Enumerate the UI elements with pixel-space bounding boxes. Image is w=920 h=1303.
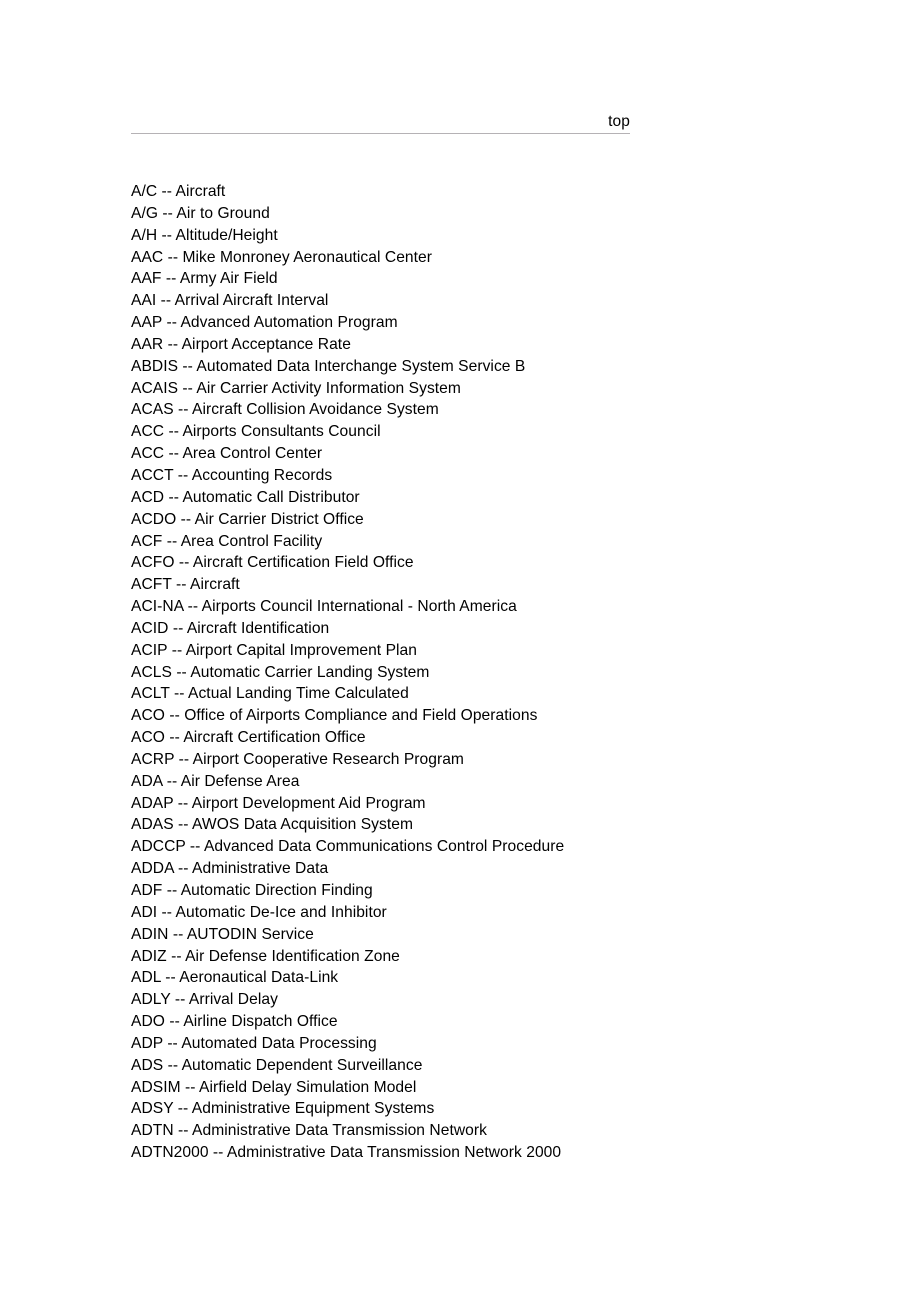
glossary-entry: ADIZ -- Air Defense Identification Zone <box>131 947 400 965</box>
glossary-entry: ADA -- Air Defense Area <box>131 772 300 790</box>
glossary-entry: ACD -- Automatic Call Distributor <box>131 488 360 506</box>
glossary-entry: ACI-NA -- Airports Council International… <box>131 598 517 616</box>
glossary-entry: ACLT -- Actual Landing Time Calculated <box>131 685 409 703</box>
glossary-entry: ADAP -- Airport Development Aid Program <box>131 794 426 812</box>
horizontal-rule-divider <box>131 133 630 134</box>
document-page: top A/C -- Aircraft A/G -- Air to Ground A… <box>0 0 920 1303</box>
glossary-entry: ACO -- Aircraft Certification Office <box>131 729 366 747</box>
acronym-glossary-list: A/C -- Aircraft A/G -- Air to Ground A/H -… <box>131 181 871 1164</box>
glossary-entry: ADL -- Aeronautical Data-Link <box>131 969 339 987</box>
glossary-entry: ADSY -- Administrative Equipment Systems <box>131 1100 435 1118</box>
glossary-entry: AAI -- Arrival Aircraft Interval <box>131 292 329 310</box>
glossary-entry: ACAS -- Aircraft Collision Avoidance Sys… <box>131 401 439 419</box>
glossary-entry: ACO -- Office of Airports Compliance and… <box>131 707 538 725</box>
glossary-entry: ACC -- Area Control Center <box>131 445 323 463</box>
glossary-entry: ACLS -- Automatic Carrier Landing System <box>131 663 430 681</box>
glossary-entry: AAC -- Mike Monroney Aeronautical Center <box>131 248 433 266</box>
glossary-entry: ADAS -- AWOS Data Acquisition System <box>131 816 413 834</box>
glossary-entry: ADTN2000 -- Administrative Data Transmis… <box>131 1144 562 1162</box>
glossary-entry: ADCCP -- Advanced Data Communications Co… <box>131 838 565 856</box>
glossary-entry: A/G -- Air to Ground <box>131 204 270 222</box>
glossary-entry: AAP -- Advanced Automation Program <box>131 314 398 332</box>
glossary-entry: ABDIS -- Automated Data Interchange Syst… <box>131 357 526 375</box>
glossary-entry: ACDO -- Air Carrier District Office <box>131 510 364 528</box>
glossary-entry: ADSIM -- Airfield Delay Simulation Model <box>131 1078 417 1096</box>
glossary-entry: A/C -- Aircraft <box>131 183 226 200</box>
glossary-entry: ADTN -- Administrative Data Transmission… <box>131 1122 487 1140</box>
page-header: top <box>131 112 630 142</box>
glossary-entry: AAF -- Army Air Field <box>131 270 278 288</box>
glossary-entry: ACID -- Aircraft Identification <box>131 619 330 637</box>
glossary-entry: ADDA -- Administrative Data <box>131 860 329 878</box>
glossary-entry: ADI -- Automatic De-Ice and Inhibitor <box>131 903 387 921</box>
glossary-entry: ADS -- Automatic Dependent Surveillance <box>131 1056 423 1074</box>
glossary-entry: ADF -- Automatic Direction Finding <box>131 882 373 899</box>
glossary-entry: ADIN -- AUTODIN Service <box>131 925 314 943</box>
back-to-top-link[interactable]: top <box>131 112 630 131</box>
glossary-entry: ADLY -- Arrival Delay <box>131 991 278 1009</box>
glossary-entry: ACF -- Area Control Facility <box>131 532 323 550</box>
glossary-entry: ACFO -- Aircraft Certification Field Off… <box>131 554 414 572</box>
glossary-entry: ACAIS -- Air Carrier Activity Informatio… <box>131 379 461 397</box>
glossary-entry: A/H -- Altitude/Height <box>131 226 278 244</box>
glossary-entry: ACIP -- Airport Capital Improvement Plan <box>131 641 417 659</box>
glossary-entry: ADP -- Automated Data Processing <box>131 1034 377 1052</box>
glossary-entry: ACCT -- Accounting Records <box>131 466 333 484</box>
glossary-entry: ACFT -- Aircraft <box>131 576 240 594</box>
glossary-entry: ADO -- Airline Dispatch Office <box>131 1013 338 1031</box>
glossary-entry: ACRP -- Airport Cooperative Research Pro… <box>131 750 464 768</box>
glossary-entry: ACC -- Airports Consultants Council <box>131 423 381 441</box>
glossary-entry: AAR -- Airport Acceptance Rate <box>131 335 351 353</box>
